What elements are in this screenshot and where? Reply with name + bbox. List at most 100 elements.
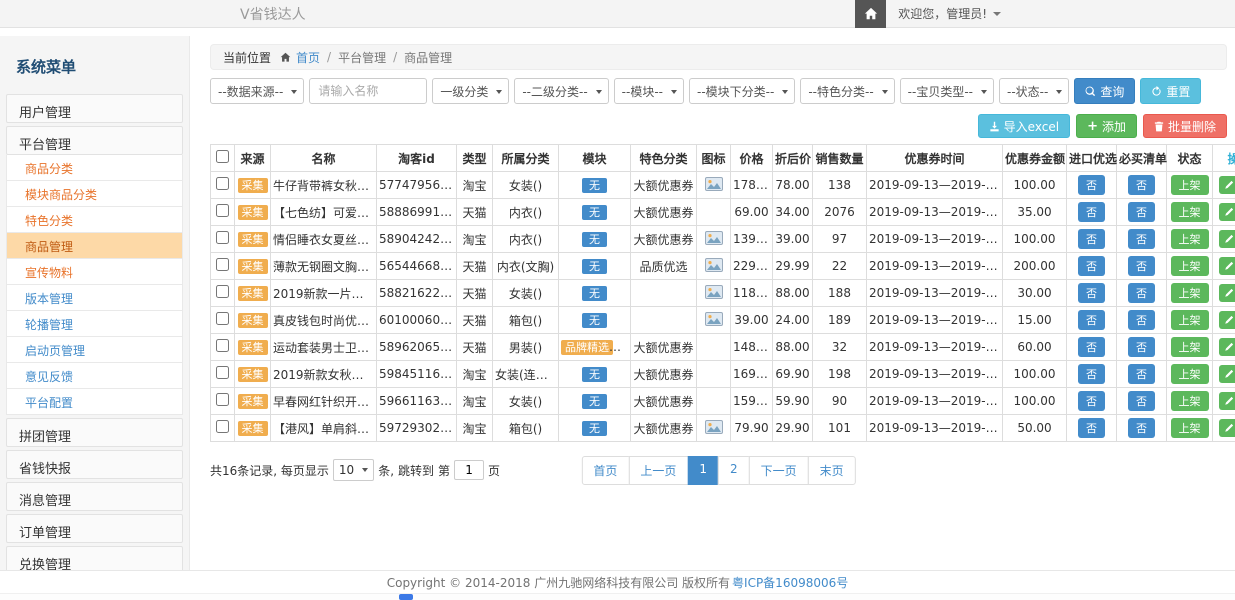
must-buy-toggle[interactable]: 否: [1128, 175, 1155, 195]
edit-button[interactable]: [1219, 284, 1235, 302]
must-buy-toggle[interactable]: 否: [1128, 364, 1155, 384]
user-menu[interactable]: 欢迎您，管理员!: [886, 0, 1013, 27]
filter-select-7[interactable]: --状态--: [999, 78, 1069, 104]
filter-select-5[interactable]: --特色分类--: [800, 78, 894, 104]
sidebar-item-15[interactable]: 订单管理: [6, 514, 183, 543]
import-pick-toggle[interactable]: 否: [1078, 283, 1105, 303]
name-search-input[interactable]: [309, 78, 427, 104]
sidebar-item-7[interactable]: 版本管理: [6, 285, 183, 311]
edit-icon: [1224, 396, 1234, 406]
sidebar-item-11[interactable]: 平台配置: [6, 389, 183, 415]
status-button[interactable]: 上架: [1171, 418, 1209, 438]
batch-delete-button[interactable]: 批量删除: [1143, 114, 1227, 138]
must-buy-toggle[interactable]: 否: [1128, 256, 1155, 276]
edit-button[interactable]: [1219, 338, 1235, 356]
page-button-0[interactable]: 首页: [581, 456, 629, 485]
breadcrumb-home-link[interactable]: 首页: [296, 49, 320, 66]
sidebar-item-1[interactable]: 平台管理: [6, 126, 183, 155]
status-button[interactable]: 上架: [1171, 229, 1209, 249]
edit-button[interactable]: [1219, 257, 1235, 275]
import-pick-toggle[interactable]: 否: [1078, 337, 1105, 357]
status-cell: 上架: [1167, 388, 1213, 415]
sidebar-item-16[interactable]: 兑换管理: [6, 546, 183, 570]
import-pick-toggle[interactable]: 否: [1078, 256, 1105, 276]
edit-button[interactable]: [1219, 203, 1235, 221]
import-pick-toggle[interactable]: 否: [1078, 229, 1105, 249]
must-buy-toggle[interactable]: 否: [1128, 229, 1155, 249]
status-button[interactable]: 上架: [1171, 202, 1209, 222]
search-button[interactable]: 查询: [1074, 78, 1135, 104]
must-buy-toggle[interactable]: 否: [1128, 337, 1155, 357]
horizontal-scrollbar[interactable]: [0, 593, 1235, 600]
sidebar-item-0[interactable]: 用户管理: [6, 94, 183, 123]
filter-select-3[interactable]: --模块--: [614, 78, 684, 104]
actions-cell: [1213, 253, 1235, 280]
status-button[interactable]: 上架: [1171, 337, 1209, 357]
sidebar-item-10[interactable]: 意见反馈: [6, 363, 183, 389]
scrollbar-thumb[interactable]: [399, 594, 413, 600]
edit-button[interactable]: [1219, 176, 1235, 194]
page-number-input[interactable]: [454, 460, 484, 480]
sidebar-item-3[interactable]: 模块商品分类: [6, 181, 183, 207]
must-buy-toggle[interactable]: 否: [1128, 418, 1155, 438]
import-pick-toggle[interactable]: 否: [1078, 391, 1105, 411]
status-button[interactable]: 上架: [1171, 175, 1209, 195]
sidebar-item-13[interactable]: 省钱快报: [6, 450, 183, 479]
add-button[interactable]: + 添加: [1076, 114, 1137, 138]
select-all-checkbox[interactable]: [216, 150, 229, 163]
filter-select-2[interactable]: --二级分类--: [514, 78, 608, 104]
reset-button[interactable]: 重置: [1140, 78, 1201, 104]
row-checkbox[interactable]: [216, 231, 229, 244]
status-button[interactable]: 上架: [1171, 364, 1209, 384]
sidebar-item-4[interactable]: 特色分类: [6, 207, 183, 233]
sidebar-item-2[interactable]: 商品分类: [6, 155, 183, 181]
row-checkbox[interactable]: [216, 339, 229, 352]
page-button-3[interactable]: 2: [718, 456, 750, 485]
sidebar-item-8[interactable]: 轮播管理: [6, 311, 183, 337]
page-button-2[interactable]: 1: [687, 456, 719, 485]
page-button-1[interactable]: 上一页: [628, 456, 688, 485]
sidebar-item-5[interactable]: 商品管理: [6, 233, 183, 259]
row-checkbox[interactable]: [216, 285, 229, 298]
page-button-4[interactable]: 下一页: [749, 456, 809, 485]
row-checkbox[interactable]: [216, 366, 229, 379]
sidebar-item-12[interactable]: 拼团管理: [6, 418, 183, 447]
row-checkbox[interactable]: [216, 204, 229, 217]
must-buy-toggle[interactable]: 否: [1128, 310, 1155, 330]
must-buy-toggle[interactable]: 否: [1128, 283, 1155, 303]
home-button[interactable]: [855, 0, 886, 28]
must-buy-toggle[interactable]: 否: [1128, 391, 1155, 411]
import-pick-toggle[interactable]: 否: [1078, 175, 1105, 195]
import-pick-toggle[interactable]: 否: [1078, 364, 1105, 384]
import-pick-toggle[interactable]: 否: [1078, 418, 1105, 438]
sidebar-item-9[interactable]: 启动页管理: [6, 337, 183, 363]
edit-button[interactable]: [1219, 230, 1235, 248]
status-button[interactable]: 上架: [1171, 391, 1209, 411]
row-checkbox[interactable]: [216, 393, 229, 406]
row-checkbox[interactable]: [216, 420, 229, 433]
status-button[interactable]: 上架: [1171, 310, 1209, 330]
sidebar-item-14[interactable]: 消息管理: [6, 482, 183, 511]
edit-button[interactable]: [1219, 311, 1235, 329]
page-button-5[interactable]: 末页: [808, 456, 856, 485]
status-button[interactable]: 上架: [1171, 256, 1209, 276]
filter-select-6[interactable]: --宝贝类型--: [900, 78, 994, 104]
status-button[interactable]: 上架: [1171, 283, 1209, 303]
row-checkbox[interactable]: [216, 177, 229, 190]
per-page-select[interactable]: 10: [333, 459, 374, 481]
import-pick-toggle[interactable]: 否: [1078, 202, 1105, 222]
edit-button[interactable]: [1219, 419, 1235, 437]
edit-button[interactable]: [1219, 365, 1235, 383]
row-checkbox[interactable]: [216, 312, 229, 325]
table-row: 采集运动套装男士卫衣初秋...589620659791天猫男装()品牌精选爱上运…: [211, 334, 1235, 361]
filter-select-0[interactable]: --数据来源--: [210, 78, 304, 104]
filter-select-1[interactable]: 一级分类: [432, 78, 509, 104]
sidebar-item-6[interactable]: 宣传物料: [6, 259, 183, 285]
import-excel-button[interactable]: 导入excel: [978, 114, 1070, 138]
must-buy-toggle[interactable]: 否: [1128, 202, 1155, 222]
icp-link[interactable]: 粤ICP备16098006号: [732, 574, 848, 591]
filter-select-4[interactable]: --模块下分类--: [689, 78, 795, 104]
import-pick-toggle[interactable]: 否: [1078, 310, 1105, 330]
edit-button[interactable]: [1219, 392, 1235, 410]
row-checkbox[interactable]: [216, 258, 229, 271]
